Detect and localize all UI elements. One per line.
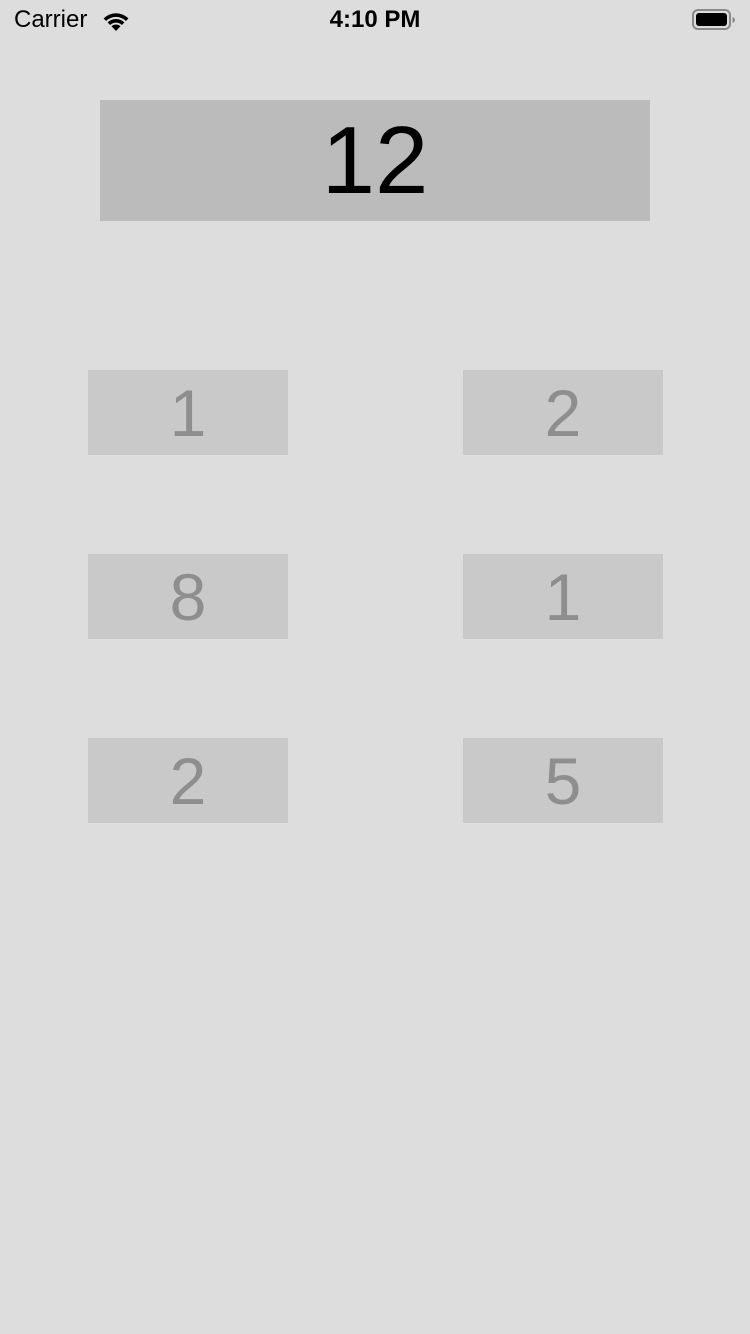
number-tile[interactable]: 5 <box>463 738 663 823</box>
tile-label: 1 <box>169 375 207 450</box>
status-bar: Carrier 4:10 PM <box>0 0 750 40</box>
tile-label: 2 <box>544 375 582 450</box>
result-value: 12 <box>321 106 429 214</box>
number-tile[interactable]: 8 <box>88 554 288 639</box>
battery-full-icon <box>692 8 736 32</box>
status-time: 4:10 PM <box>329 6 421 33</box>
number-tile[interactable]: 1 <box>88 370 288 455</box>
tile-label: 2 <box>169 743 207 818</box>
tile-label: 1 <box>544 559 582 634</box>
number-tile[interactable]: 2 <box>463 370 663 455</box>
number-tile[interactable]: 1 <box>463 554 663 639</box>
tile-label: 5 <box>544 743 582 818</box>
tile-label: 8 <box>169 559 207 634</box>
result-display: 12 <box>100 100 650 221</box>
number-tile[interactable]: 2 <box>88 738 288 823</box>
